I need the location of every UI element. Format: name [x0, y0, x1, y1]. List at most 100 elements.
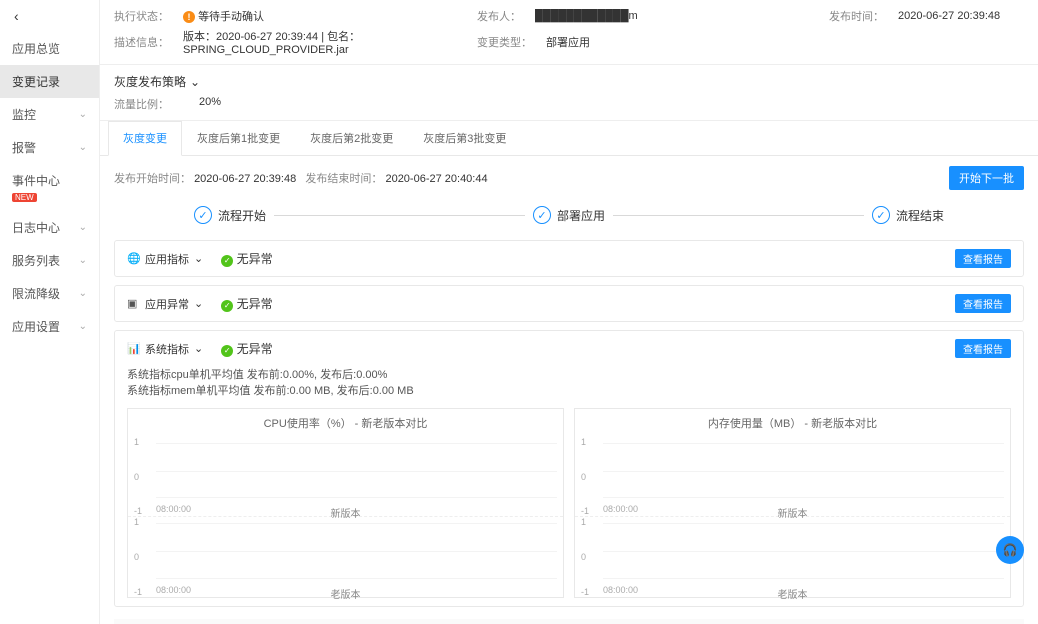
- app-exception-panel: ▣ 应用异常 ⌄ ✓ 无异常 查看报告: [114, 285, 1024, 322]
- chart-title: 内存使用量（MB） - 新老版本对比: [575, 409, 1010, 437]
- sidebar-item-alarm[interactable]: 报警 ⌄: [0, 131, 99, 164]
- chevron-down-icon: ⌄: [79, 288, 87, 299]
- sidebar-item-label: 事件中心: [12, 174, 60, 188]
- tab-batch2[interactable]: 灰度后第2批变更: [295, 121, 408, 155]
- th-status: 状态: [434, 619, 824, 624]
- end-time-label: 发布结束时间：: [305, 173, 382, 185]
- panel-title: 应用异常: [145, 296, 189, 312]
- sidebar-item-label: 服务列表: [12, 252, 60, 269]
- check-icon: ✓: [533, 206, 551, 224]
- batch-tabs: 灰度变更 灰度后第1批变更 灰度后第2批变更 灰度后第3批变更: [100, 121, 1038, 156]
- task-table: 任务名称 状态 信息 − 部署应用 ✓ 执行成功 Pod信息 Pod名称 状态 …: [114, 619, 1024, 624]
- success-icon: ✓: [221, 255, 233, 267]
- change-type-label: 变更类型：: [477, 37, 532, 49]
- sidebar-item-overview[interactable]: 应用总览: [0, 32, 99, 65]
- help-fab[interactable]: 🎧: [996, 536, 1024, 564]
- status-text: 无异常: [237, 252, 273, 266]
- app-metric-panel: 🌐 应用指标 ⌄ ✓ 无异常 查看报告: [114, 240, 1024, 277]
- sidebar-item-label: 限流降级: [12, 285, 60, 302]
- publish-time-value: 2020-06-27 20:39:48: [898, 10, 1000, 22]
- sidebar-item-label: 应用设置: [12, 318, 60, 335]
- exec-status-label: 执行状态：: [114, 11, 169, 23]
- main-content: 执行状态： ! 等待手动确认 发布人： ████████████m 发布时间： …: [100, 0, 1038, 624]
- chevron-down-icon: ⌄: [79, 142, 87, 153]
- warning-icon: !: [183, 11, 195, 23]
- chevron-down-icon: ⌄: [79, 321, 87, 332]
- desc-value: 版本：2020-06-27 20:39:44 | 包名：SPRING_CLOUD…: [183, 28, 463, 56]
- flow-step-label: 部署应用: [557, 207, 605, 224]
- strategy-panel: 灰度发布策略 ⌄ 流量比例： 20%: [100, 65, 1038, 121]
- sys-mem-line: 系统指标mem单机平均值 发布前:0.00 MB, 发布后:0.00 MB: [127, 382, 1011, 398]
- chevron-down-icon: ⌄: [194, 252, 203, 265]
- view-report-button[interactable]: 查看报告: [955, 249, 1011, 268]
- sidebar-item-logs[interactable]: 日志中心 ⌄: [0, 211, 99, 244]
- new-badge: NEW: [12, 193, 37, 202]
- chevron-down-icon: ⌄: [190, 75, 200, 89]
- app-exception-toggle[interactable]: ▣ 应用异常 ⌄: [127, 296, 203, 312]
- desc-label: 描述信息：: [114, 37, 169, 49]
- sidebar-item-changelog[interactable]: 变更记录: [0, 65, 99, 98]
- sys-cpu-line: 系统指标cpu单机平均值 发布前:0.00%, 发布后:0.00%: [127, 366, 1011, 382]
- check-icon: ✓: [872, 206, 890, 224]
- sidebar: ‹ 应用总览 变更记录 监控 ⌄ 报警 ⌄ 事件中心 NEW 日志中心 ⌄ 服务列表 ⌄…: [0, 0, 100, 624]
- sidebar-item-label: 报警: [12, 139, 36, 156]
- version-label: 老版本: [331, 586, 361, 601]
- flow-step-label: 流程开始: [218, 207, 266, 224]
- version-label: 老版本: [778, 586, 808, 601]
- terminal-icon: ▣: [127, 297, 140, 310]
- ratio-label: 流量比例：: [114, 96, 169, 112]
- ratio-value: 20%: [199, 96, 221, 112]
- sidebar-item-throttle[interactable]: 限流降级 ⌄: [0, 277, 99, 310]
- tab-gray[interactable]: 灰度变更: [108, 121, 182, 156]
- publish-time-label: 发布时间：: [829, 11, 884, 23]
- back-button[interactable]: ‹: [0, 0, 99, 32]
- tab-batch3[interactable]: 灰度后第3批变更: [408, 121, 521, 155]
- panel-title: 系统指标: [145, 341, 189, 357]
- sidebar-item-label: 应用总览: [12, 40, 60, 57]
- chevron-down-icon: ⌄: [194, 297, 203, 310]
- strategy-title: 灰度发布策略: [114, 73, 186, 90]
- tab-batch1[interactable]: 灰度后第1批变更: [182, 121, 295, 155]
- sidebar-item-label: 日志中心: [12, 219, 60, 236]
- sidebar-item-monitor[interactable]: 监控 ⌄: [0, 98, 99, 131]
- app-metric-toggle[interactable]: 🌐 应用指标 ⌄: [127, 251, 203, 267]
- header-info: 执行状态： ! 等待手动确认 发布人： ████████████m 发布时间： …: [100, 0, 1038, 65]
- start-time-label: 发布开始时间：: [114, 173, 191, 185]
- chevron-down-icon: ⌄: [194, 342, 203, 355]
- exec-status-value: 等待手动确认: [198, 11, 264, 23]
- status-text: 无异常: [237, 342, 273, 356]
- sidebar-item-services[interactable]: 服务列表 ⌄: [0, 244, 99, 277]
- view-report-button[interactable]: 查看报告: [955, 339, 1011, 358]
- sys-metric-panel: 📊 系统指标 ⌄ ✓ 无异常 查看报告 系统指标cpu单机平均值 发布前:0.00%…: [114, 330, 1024, 607]
- sidebar-item-label: 变更记录: [12, 73, 60, 90]
- flow-step-label: 流程结束: [896, 207, 944, 224]
- end-time-value: 2020-06-27 20:40:44: [385, 173, 487, 185]
- th-info: 信息: [824, 619, 1024, 624]
- strategy-toggle[interactable]: 灰度发布策略 ⌄: [114, 73, 1024, 90]
- th-task: 任务名称: [144, 619, 434, 624]
- panel-title: 应用指标: [145, 251, 189, 267]
- success-icon: ✓: [221, 345, 233, 357]
- success-icon: ✓: [221, 300, 233, 312]
- sidebar-item-label: 监控: [12, 106, 36, 123]
- chart-title: CPU使用率（%） - 新老版本对比: [128, 409, 563, 437]
- change-type-value: 部署应用: [546, 34, 590, 50]
- publisher-value: ████████████m: [535, 10, 815, 22]
- view-report-button[interactable]: 查看报告: [955, 294, 1011, 313]
- mem-chart: 内存使用量（MB） - 新老版本对比 10-1 08:00:00 新版本 10-…: [574, 408, 1011, 598]
- publisher-label: 发布人：: [477, 11, 521, 23]
- sys-metric-toggle[interactable]: 📊 系统指标 ⌄: [127, 341, 203, 357]
- start-time-value: 2020-06-27 20:39:48: [194, 173, 296, 185]
- chevron-down-icon: ⌄: [79, 255, 87, 266]
- cpu-chart: CPU使用率（%） - 新老版本对比 10-1 08:00:00 新版本 10-…: [127, 408, 564, 598]
- start-next-batch-button[interactable]: 开始下一批: [949, 166, 1024, 190]
- check-icon: ✓: [194, 206, 212, 224]
- flow-steps: ✓ 流程开始 ✓ 部署应用 ✓ 流程结束: [114, 202, 1024, 228]
- status-text: 无异常: [237, 297, 273, 311]
- sidebar-item-events[interactable]: 事件中心 NEW: [0, 164, 99, 211]
- chevron-down-icon: ⌄: [79, 109, 87, 120]
- sidebar-item-settings[interactable]: 应用设置 ⌄: [0, 310, 99, 343]
- chevron-down-icon: ⌄: [79, 222, 87, 233]
- chart-icon: 📊: [127, 342, 140, 355]
- globe-icon: 🌐: [127, 252, 140, 265]
